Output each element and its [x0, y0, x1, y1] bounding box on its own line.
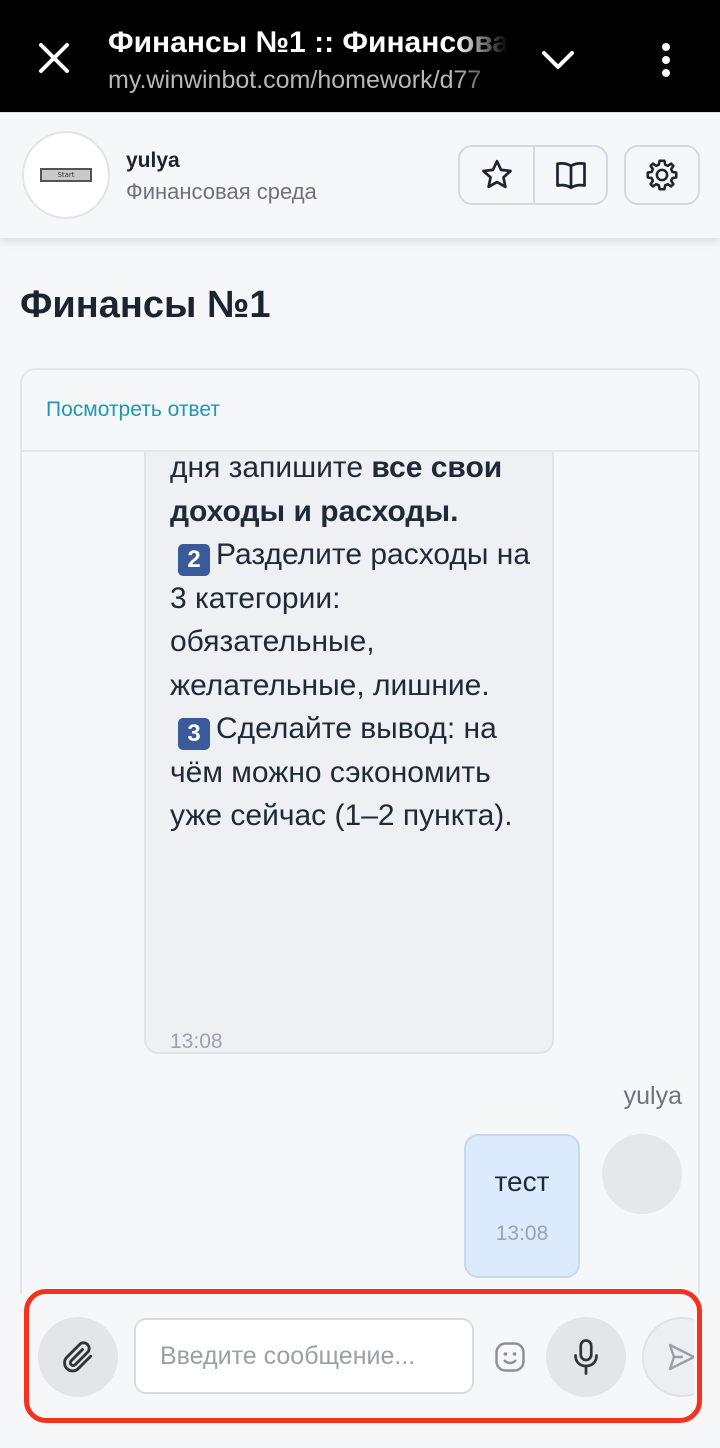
user-avatar	[602, 1134, 682, 1214]
step1-tail: дня запишите	[170, 451, 372, 484]
favorite-button[interactable]	[460, 147, 533, 203]
chevron-down-icon	[542, 51, 574, 69]
keycap-3: 3	[178, 718, 210, 750]
app-header: Start yulya Финансовая среда	[0, 112, 720, 238]
user-label: yulya	[623, 1082, 682, 1110]
more-vert-icon	[662, 43, 670, 77]
card-header: Посмотреть ответ	[22, 370, 698, 452]
step2-text: Разделите расходы на 3 категории: обязат…	[170, 538, 531, 702]
view-answer-link[interactable]: Посмотреть ответ	[46, 398, 220, 422]
settings-button[interactable]	[624, 145, 700, 205]
highlight-box	[24, 1289, 702, 1423]
avatar-logo: Start	[40, 168, 92, 182]
tab-url[interactable]: my.winwinbot.com/homework/d77	[108, 66, 506, 95]
book-icon	[555, 162, 586, 190]
page-title: Финансы №1	[20, 284, 271, 326]
bot-message-time: 13:08	[170, 1030, 223, 1053]
user-message: тест 13:08	[464, 1134, 580, 1278]
user-message-text: тест	[494, 1166, 550, 1197]
close-tab-button[interactable]	[22, 26, 86, 90]
star-icon	[481, 159, 512, 189]
header-button-group	[458, 145, 608, 205]
header-name: yulya	[126, 149, 180, 172]
header-subtitle: Финансовая среда	[126, 179, 317, 204]
avatar[interactable]: Start	[22, 131, 110, 219]
expand-button[interactable]	[526, 30, 590, 90]
user-message-time: 13:08	[495, 1222, 549, 1245]
chat-panel: дня запишите все свои доходы и расходы. 2…	[20, 368, 700, 1328]
gear-icon	[646, 159, 678, 191]
browser-menu-button[interactable]	[634, 30, 698, 90]
close-icon	[39, 43, 69, 73]
tab-title: Финансы №1 :: Финансовая среда	[108, 26, 506, 59]
materials-button[interactable]	[533, 147, 606, 203]
title-fade	[456, 20, 508, 100]
bot-message-text: дня запишите все свои доходы и расходы. 2…	[170, 446, 540, 838]
bot-message: дня запишите все свои доходы и расходы. 2…	[144, 400, 554, 1054]
keycap-2: 2	[178, 544, 210, 576]
browser-toolbar: Финансы №1 :: Финансовая среда my.winwin…	[0, 0, 720, 112]
step3-text: Сделайте вывод: на чём можно сэкономить …	[170, 712, 513, 832]
